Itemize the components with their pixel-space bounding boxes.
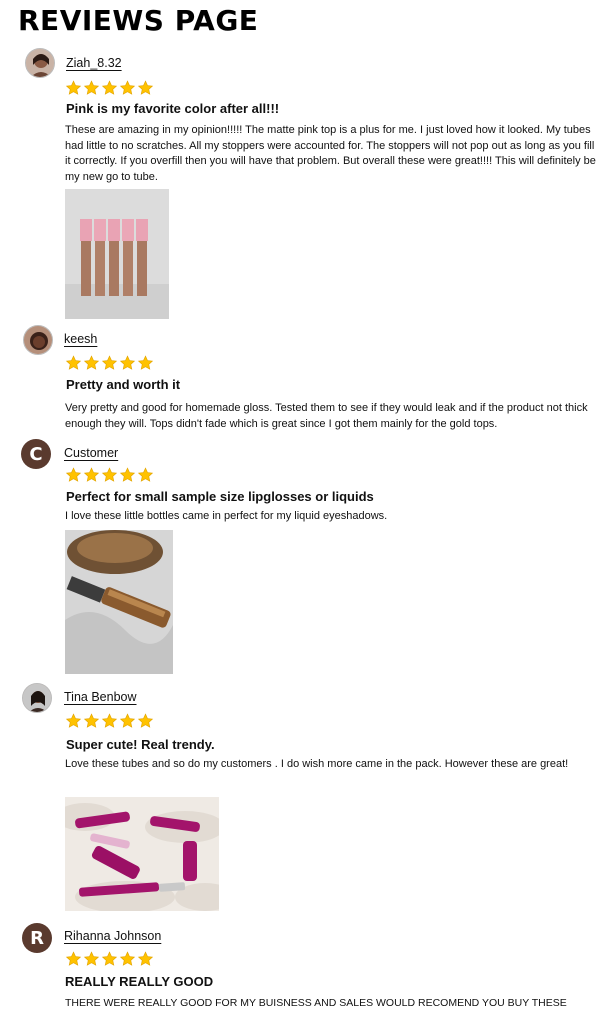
star-icon — [119, 951, 136, 967]
review-body: I love these little bottles came in perf… — [65, 510, 388, 522]
star-icon — [119, 80, 136, 96]
review-photo[interactable] — [65, 797, 219, 911]
star-icon — [137, 355, 154, 371]
reviewer-name[interactable]: Customer — [64, 446, 118, 460]
star-icon — [137, 713, 154, 729]
star-icon — [101, 355, 118, 371]
review-photo[interactable] — [65, 189, 169, 319]
star-icon — [83, 80, 100, 96]
star-icon — [137, 467, 154, 483]
star-rating — [65, 467, 154, 483]
reviewer-avatar[interactable] — [22, 683, 52, 713]
reviewer-avatar[interactable]: C — [21, 439, 51, 469]
reviewer-avatar[interactable] — [25, 48, 55, 78]
star-icon — [83, 713, 100, 729]
review-title: Pretty and worth it — [66, 377, 181, 392]
review-body: Very pretty and good for homemade gloss.… — [65, 402, 588, 430]
star-rating — [65, 80, 154, 96]
star-icon — [83, 355, 100, 371]
star-icon — [65, 355, 82, 371]
star-icon — [137, 80, 154, 96]
star-icon — [119, 355, 136, 371]
reviewer-avatar[interactable]: R — [22, 923, 52, 953]
star-icon — [101, 467, 118, 483]
review-photo[interactable] — [65, 530, 173, 674]
star-icon — [119, 713, 136, 729]
page-title: REVIEWS PAGE — [18, 4, 259, 37]
reviewer-avatar[interactable] — [23, 325, 53, 355]
review-title: REALLY REALLY GOOD — [65, 974, 214, 989]
star-rating — [65, 951, 154, 967]
star-icon — [119, 467, 136, 483]
review-body: THERE WERE REALLY GOOD FOR MY BUISNESS A… — [65, 997, 567, 1009]
star-rating — [65, 713, 154, 729]
star-rating — [65, 355, 154, 371]
reviewer-name[interactable]: Tina Benbow — [64, 690, 137, 704]
review-title: Super cute! Real trendy. — [66, 737, 215, 752]
reviewer-name[interactable]: Rihanna Johnson — [64, 929, 161, 943]
reviewer-name[interactable]: keesh — [64, 332, 97, 346]
star-icon — [83, 951, 100, 967]
reviewer-name[interactable]: Ziah_8.32 — [66, 56, 122, 70]
star-icon — [65, 713, 82, 729]
review-title: Perfect for small sample size lipglosses… — [66, 489, 374, 504]
star-icon — [83, 467, 100, 483]
star-icon — [101, 80, 118, 96]
star-icon — [65, 80, 82, 96]
star-icon — [137, 951, 154, 967]
star-icon — [101, 951, 118, 967]
review-title: Pink is my favorite color after all!!! — [66, 101, 280, 116]
star-icon — [101, 713, 118, 729]
star-icon — [65, 951, 82, 967]
star-icon — [65, 467, 82, 483]
review-body: These are amazing in my opinion!!!!! The… — [65, 124, 596, 183]
review-body: Love these tubes and so do my customers … — [65, 758, 569, 770]
